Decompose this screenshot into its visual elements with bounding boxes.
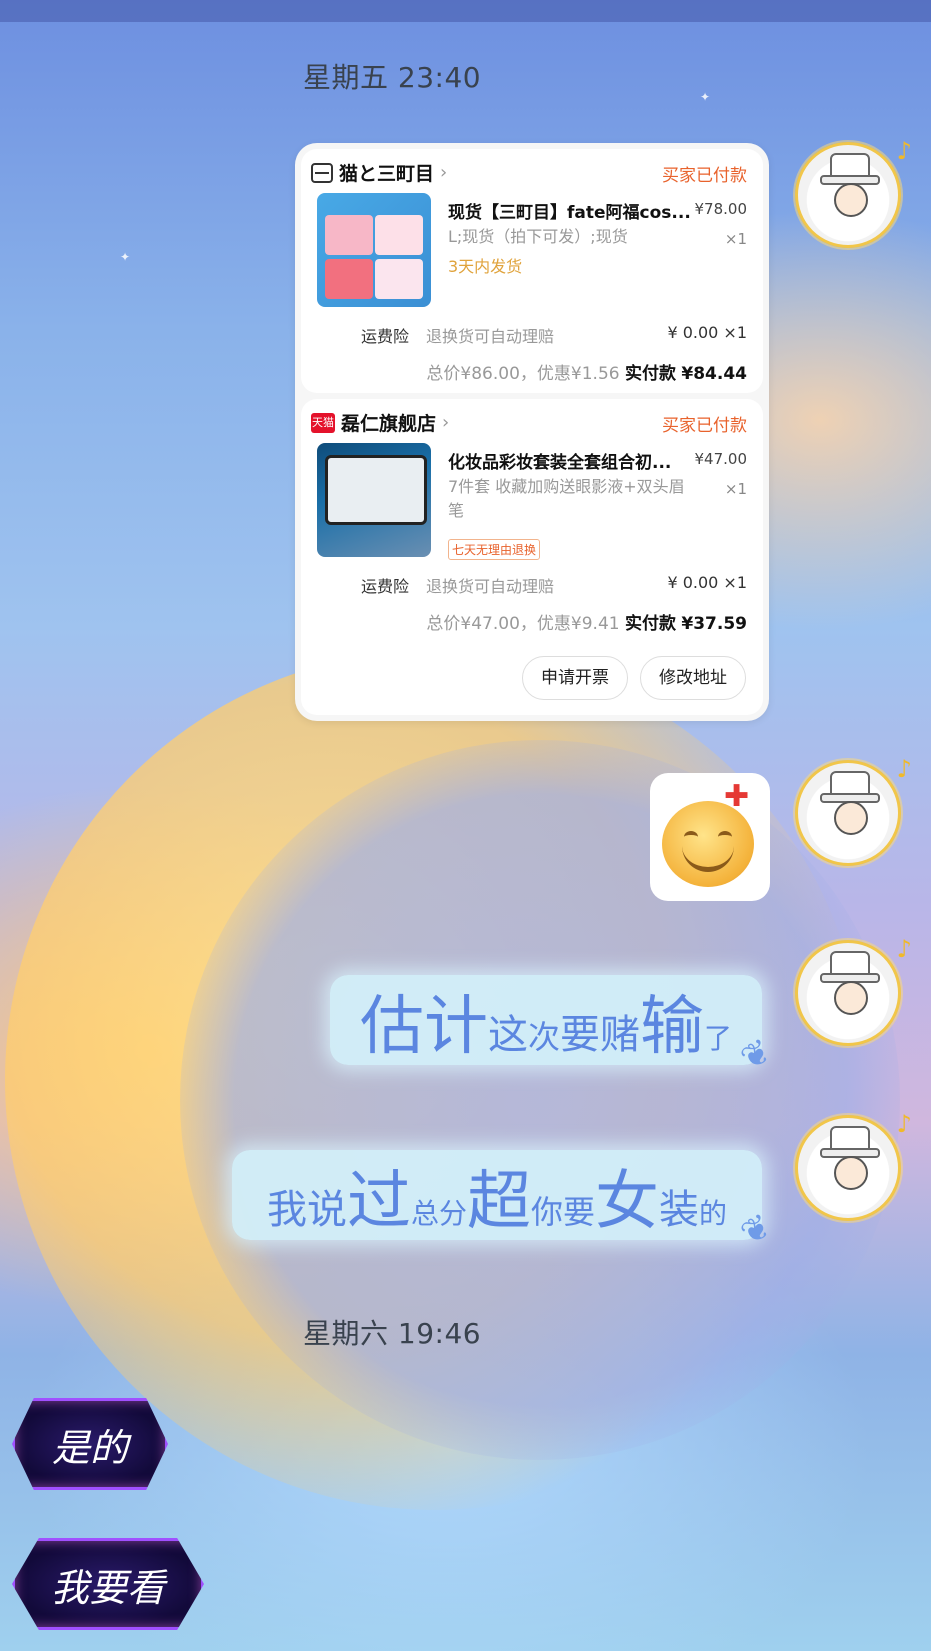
avatar[interactable]: ♪ (795, 1110, 912, 1221)
order-card[interactable]: 猫と三町目 › 买家已付款 现货【三町目】fate阿福cos... ¥78.00… (295, 143, 769, 721)
message-text-part: 我说 (266, 1187, 347, 1233)
background-planet (180, 740, 900, 1460)
insurance-label: 运费险 (361, 577, 410, 596)
product-thumbnail[interactable] (317, 443, 431, 557)
music-note-icon: ♪ (896, 1110, 912, 1138)
product-qty: ×1 (724, 230, 747, 248)
insurance-label: 运费险 (361, 327, 410, 346)
avatar[interactable]: ♪ (795, 935, 912, 1046)
product-spec: L;现货（拍下可发）;现货 (448, 227, 628, 246)
chevron-right-icon: › (442, 412, 450, 433)
order-total: 总价¥86.00，优惠¥1.56 实付款 ¥84.44 (426, 359, 747, 384)
product-thumbnail[interactable] (317, 193, 431, 307)
sticker-message[interactable]: ✚ (650, 773, 770, 901)
total-summary: 总价¥47.00，优惠¥9.41 (426, 614, 620, 634)
message-text-part: 女 (595, 1165, 659, 1239)
insurance-desc: 退换货可自动理赔 (426, 327, 555, 346)
star-decoration: ✦ (700, 90, 711, 104)
product-title[interactable]: 化妆品彩妆套装全套组合初... (448, 448, 671, 473)
product-spec: 7件套 收藏加购送眼影液+双头眉笔 (448, 477, 685, 520)
shipping-note: 3天内发货 (448, 257, 523, 276)
paid-amount: ¥84.44 (681, 364, 747, 384)
smiley-eye (718, 831, 732, 843)
order-status: 买家已付款 (662, 166, 747, 186)
insurance-desc: 退换货可自动理赔 (426, 577, 555, 596)
thumb-tile (375, 259, 423, 299)
message-text-part: 估计 (359, 990, 488, 1064)
shop-name: 磊仁旗舰店 (341, 413, 437, 435)
message-text-part: 你要 (530, 1193, 595, 1231)
cosmetics-kit-image (325, 455, 427, 525)
shop-header[interactable]: 天猫 磊仁旗舰店 › (311, 409, 449, 436)
smiley-mouth (682, 843, 734, 872)
thumb-tile (325, 259, 373, 299)
avatar[interactable]: ♪ (795, 755, 912, 866)
product-price: ¥47.00 (694, 450, 748, 468)
message-bubble[interactable]: 估计 这 次 要赌 输 了 (330, 975, 762, 1065)
message-bubble[interactable]: 我说 过 总分 超 你要 女 装 的 (232, 1150, 762, 1240)
product-qty: ×1 (724, 480, 747, 498)
message-text-part: 这 (487, 1012, 528, 1058)
total-summary: 总价¥86.00，优惠¥1.56 (426, 364, 620, 384)
smiley-eye (684, 831, 698, 843)
order-total: 总价¥47.00，优惠¥9.41 实付款 ¥37.59 (426, 609, 747, 634)
message-text-part: 装 (659, 1187, 699, 1233)
message-text-part: 输 (640, 990, 704, 1064)
message-text-part: 要赌 (560, 1012, 640, 1058)
music-note-icon: ♪ (896, 755, 912, 783)
quick-reply-button[interactable]: 是的 (12, 1398, 168, 1490)
chevron-right-icon: › (440, 162, 448, 183)
timestamp: 星期六 19:46 (303, 1317, 482, 1350)
message-text-part: 次 (527, 1018, 560, 1056)
shop-icon (311, 162, 333, 183)
avatar[interactable]: ♪ (795, 137, 912, 248)
invoice-button[interactable]: 申请开票 (522, 656, 628, 700)
message-text-part: 了 (704, 1022, 733, 1055)
music-note-icon: ♪ (896, 935, 912, 963)
chat-screen: ✦ ✦ ✦ 星期五 23:40 ♪ 猫と三町目 › 买家已付款 现货【三町目】f… (0, 0, 931, 1651)
paid-label: 实付款 (624, 364, 676, 384)
modify-address-button[interactable]: 修改地址 (640, 656, 746, 700)
status-bar (0, 0, 931, 22)
quick-reply-button[interactable]: 我要看 (12, 1538, 204, 1630)
paid-amount: ¥37.59 (681, 614, 747, 634)
avatar-face (834, 183, 868, 217)
message-text-part: 总分 (410, 1197, 467, 1230)
product-title[interactable]: 现货【三町目】fate阿福cos... (448, 198, 691, 223)
avatar-face (834, 801, 868, 835)
order-shop-1[interactable]: 猫と三町目 › 买家已付款 现货【三町目】fate阿福cos... ¥78.00… (301, 149, 763, 393)
product-price: ¥78.00 (694, 200, 748, 218)
message-text-part: 的 (699, 1197, 728, 1230)
anger-mark-icon: ✚ (724, 779, 750, 814)
insurance-price: ¥ 0.00 ×1 (667, 573, 747, 592)
avatar-face (834, 981, 868, 1015)
message-text-part: 过 (346, 1165, 411, 1239)
order-status: 买家已付款 (662, 416, 747, 436)
tmall-icon: 天猫 (311, 412, 335, 433)
avatar-face (834, 1156, 868, 1190)
shop-header[interactable]: 猫と三町目 › (311, 159, 447, 186)
music-note-icon: ♪ (896, 137, 912, 165)
star-decoration: ✦ (120, 250, 131, 264)
insurance-price: ¥ 0.00 ×1 (667, 323, 747, 342)
shop-name: 猫と三町目 (339, 163, 435, 185)
return-policy-badge: 七天无理由退换 (448, 539, 541, 560)
thumb-tile (375, 215, 423, 255)
thumb-tile (325, 215, 373, 255)
timestamp: 星期五 23:40 (303, 61, 482, 94)
message-text-part: 超 (466, 1165, 531, 1239)
paid-label: 实付款 (624, 614, 676, 634)
